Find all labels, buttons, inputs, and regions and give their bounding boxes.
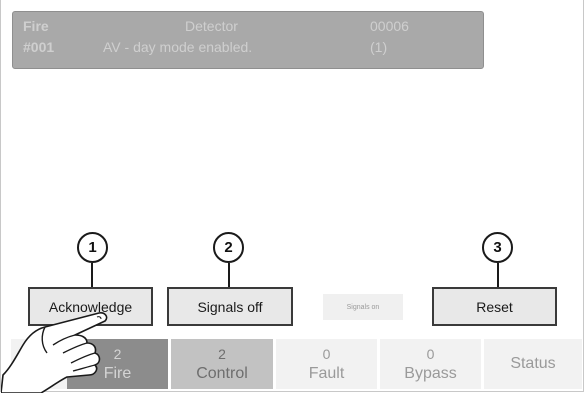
- event-type: Fire: [23, 18, 49, 34]
- event-number: #001: [23, 39, 55, 55]
- tab-fault-label: Fault: [308, 365, 345, 382]
- tab-fire[interactable]: 2 Fire: [67, 339, 168, 389]
- signals-on-button[interactable]: Signals on: [323, 294, 403, 320]
- panel-screen: Fire Detector 00006 #001 AV - day mode e…: [0, 0, 584, 393]
- tab-status[interactable]: Status: [484, 339, 582, 389]
- tab-fire-label: Fire: [103, 365, 132, 382]
- tab-control-label: Control: [196, 365, 248, 382]
- event-count: (1): [370, 39, 388, 55]
- event-code: 00006: [370, 18, 409, 34]
- event-source: Detector: [185, 18, 238, 34]
- acknowledge-button[interactable]: Acknowledge: [28, 287, 153, 326]
- tab-control[interactable]: 2 Control: [171, 339, 273, 389]
- callout-2-line: [228, 263, 230, 287]
- tab-fire-count: 2: [113, 346, 122, 362]
- signals-off-button[interactable]: Signals off: [167, 287, 293, 326]
- tab-bypass-label: Bypass: [404, 365, 457, 382]
- event-message[interactable]: Fire Detector 00006 #001 AV - day mode e…: [12, 11, 484, 69]
- tab-fault-count: 0: [322, 346, 331, 362]
- reset-button[interactable]: Reset: [432, 287, 557, 326]
- tab-control-count: 2: [218, 346, 226, 362]
- callout-1: 1: [77, 232, 108, 263]
- callout-1-line: [91, 263, 93, 287]
- tab-bypass[interactable]: 0 Bypass: [380, 339, 481, 389]
- callout-3: 3: [482, 232, 513, 263]
- tab-fault[interactable]: 0 Fault: [276, 339, 377, 389]
- callout-3-line: [497, 263, 499, 287]
- callout-2: 2: [213, 232, 244, 263]
- event-text: AV - day mode enabled.: [103, 39, 253, 55]
- tab-blank: [11, 339, 67, 389]
- tab-bypass-count: 0: [426, 346, 435, 362]
